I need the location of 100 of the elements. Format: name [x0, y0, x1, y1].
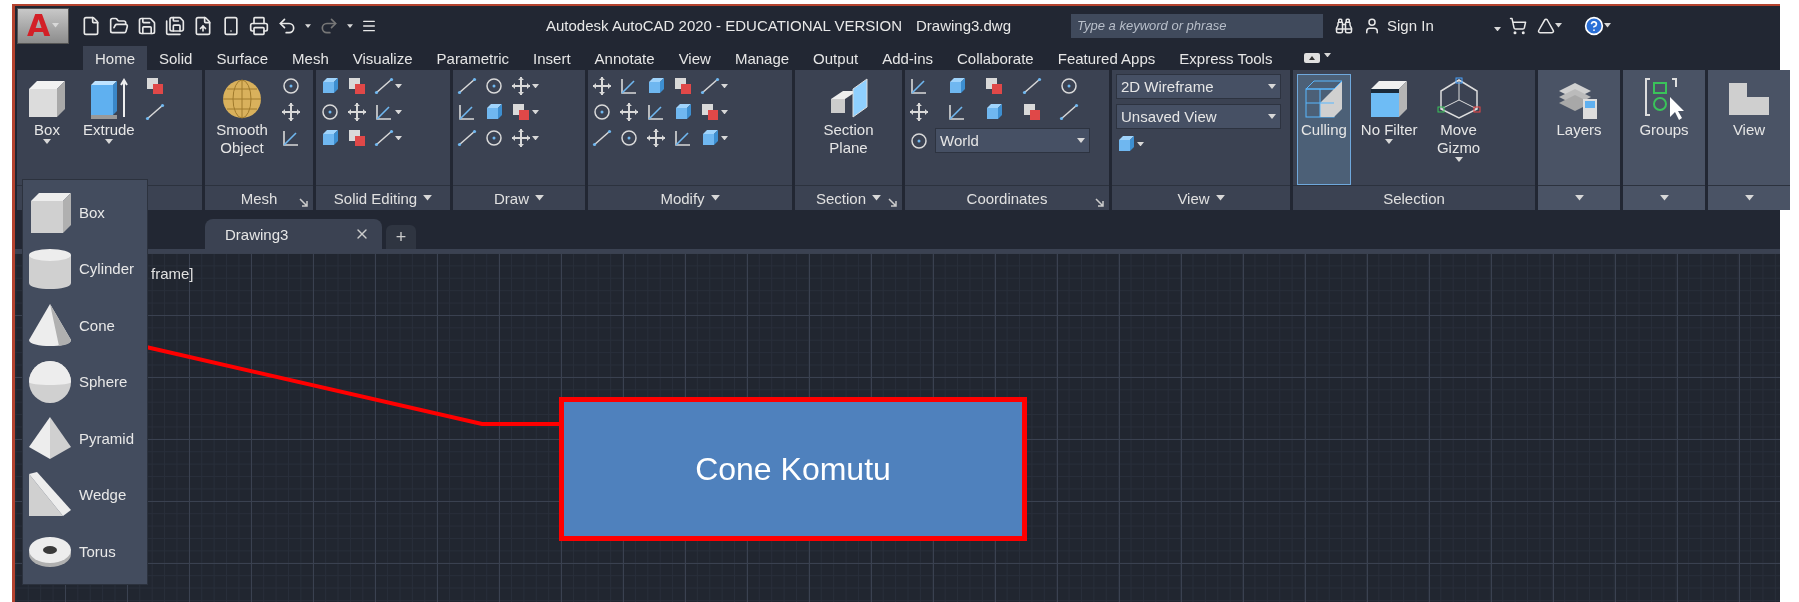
tool-icon[interactable] — [700, 128, 720, 148]
tool-icon[interactable] — [673, 128, 693, 148]
tool-icon[interactable] — [374, 76, 394, 96]
tool-icon[interactable] — [673, 102, 693, 122]
tool-icon[interactable] — [1059, 102, 1080, 122]
triangle-icon[interactable] — [1536, 16, 1555, 35]
upload-icon[interactable] — [193, 15, 213, 36]
ribbon-tab[interactable]: View — [666, 46, 723, 70]
caret-icon[interactable] — [1385, 139, 1394, 144]
caret-icon[interactable] — [1268, 114, 1276, 119]
panel-title[interactable]: Section — [815, 189, 866, 207]
ribbon-tab[interactable]: Surface — [204, 46, 281, 70]
caret-icon[interactable] — [872, 195, 881, 201]
tool-icon[interactable] — [511, 76, 531, 96]
tool-icon[interactable] — [320, 128, 340, 148]
caret-icon[interactable] — [423, 195, 433, 201]
tool-icon[interactable] — [347, 76, 367, 96]
caret-icon[interactable] — [532, 109, 539, 115]
caret-icon[interactable] — [535, 195, 544, 201]
caret-icon[interactable] — [104, 139, 113, 144]
ucs-dropdown[interactable]: World — [935, 128, 1090, 153]
panel-title[interactable]: Coordinates — [966, 189, 1048, 207]
ribbon-tab[interactable]: Manage — [722, 46, 802, 70]
tool-icon[interactable] — [457, 128, 477, 148]
ribbon-tab[interactable]: Mesh — [280, 46, 341, 70]
caret-icon[interactable] — [395, 83, 402, 89]
viewport-label[interactable]: frame] — [151, 265, 194, 282]
panel-title[interactable]: Solid Editing — [333, 189, 418, 207]
caret-icon[interactable] — [710, 195, 720, 201]
ribbon-button[interactable]: Extrude — [79, 74, 139, 185]
tool-icon[interactable] — [374, 128, 394, 148]
binoculars-icon[interactable] — [1335, 16, 1354, 35]
tool-icon[interactable] — [484, 128, 504, 148]
caret-icon[interactable] — [1137, 141, 1144, 147]
mobile-icon[interactable] — [221, 15, 241, 36]
tool-icon[interactable] — [281, 128, 301, 148]
menu-item[interactable]: Sphere — [23, 353, 147, 410]
panel-title[interactable]: Mesh — [240, 189, 278, 207]
tool-icon[interactable] — [457, 76, 477, 96]
caret-icon[interactable] — [1268, 84, 1276, 89]
tool-icon[interactable] — [144, 102, 165, 122]
tool-icon[interactable] — [909, 130, 929, 151]
help-icon[interactable] — [1583, 15, 1604, 36]
ribbon-tab[interactable]: Output — [801, 46, 871, 70]
tool-icon[interactable] — [511, 102, 531, 122]
tool-icon[interactable] — [347, 102, 367, 122]
menu-item[interactable]: Cone — [23, 297, 147, 354]
tool-icon[interactable] — [511, 128, 531, 148]
ribbon-tab[interactable]: Collaborate — [945, 46, 1046, 70]
tool-icon[interactable] — [619, 128, 639, 148]
ribbon-button[interactable]: Box — [21, 74, 73, 185]
tool-icon[interactable] — [592, 102, 612, 122]
tool-icon[interactable] — [984, 102, 1005, 122]
caret-icon[interactable] — [395, 109, 402, 115]
ribbon-tab[interactable]: Solid — [147, 46, 205, 70]
tool-icon[interactable] — [1116, 134, 1136, 154]
tool-icon[interactable] — [144, 76, 165, 96]
ribbon-tab[interactable]: Featured Apps — [1045, 46, 1168, 70]
tool-icon[interactable] — [320, 76, 340, 96]
ribbon-tab[interactable]: Add-ins — [870, 46, 945, 70]
tool-icon[interactable] — [909, 76, 929, 96]
ribbon-tab[interactable]: Home — [83, 46, 147, 70]
caret-icon[interactable] — [721, 83, 728, 89]
launcher-icon[interactable] — [299, 198, 309, 208]
tool-icon[interactable] — [347, 128, 367, 148]
tool-icon[interactable] — [673, 76, 693, 96]
tool-icon[interactable] — [281, 76, 301, 96]
tool-icon[interactable] — [374, 102, 394, 122]
tool-icon[interactable] — [1059, 76, 1080, 96]
menu-item[interactable]: Box — [23, 184, 147, 241]
tool-icon[interactable] — [700, 102, 720, 122]
caret-icon[interactable] — [1493, 26, 1501, 31]
ribbon-button[interactable]: Move Gizmo — [1427, 74, 1490, 185]
save-as-icon[interactable] — [165, 15, 185, 36]
caret-icon[interactable] — [532, 135, 539, 141]
menu-item[interactable]: Wedge — [23, 466, 147, 523]
caret-icon[interactable] — [721, 135, 728, 141]
caret-icon[interactable] — [305, 23, 311, 28]
tool-icon[interactable] — [592, 76, 612, 96]
save-icon[interactable] — [137, 15, 157, 36]
document-tab[interactable]: Drawing3 — [205, 219, 382, 249]
ribbon-tab[interactable]: Insert — [521, 46, 583, 70]
panel-toggle-icon[interactable] — [1304, 53, 1321, 63]
menu-item[interactable]: Torus — [23, 523, 147, 580]
tool-icon[interactable] — [484, 76, 504, 96]
tool-icon[interactable] — [646, 102, 666, 122]
caret-icon[interactable] — [532, 83, 539, 89]
caret-icon[interactable] — [1215, 195, 1225, 201]
panel-title[interactable]: Modify — [660, 189, 705, 207]
redo-icon[interactable] — [319, 15, 339, 36]
ribbon-button[interactable]: Culling — [1297, 74, 1351, 185]
launcher-icon[interactable] — [888, 198, 898, 208]
ribbon-button[interactable]: Groups — [1635, 74, 1693, 185]
ribbon-tab[interactable]: Visualize — [340, 46, 425, 70]
tool-icon[interactable] — [457, 102, 477, 122]
launcher-icon[interactable] — [1095, 198, 1105, 208]
caret-icon[interactable] — [347, 23, 353, 28]
caret-icon[interactable] — [43, 139, 51, 144]
tool-icon[interactable] — [909, 102, 929, 122]
caret-icon[interactable] — [1603, 23, 1611, 28]
